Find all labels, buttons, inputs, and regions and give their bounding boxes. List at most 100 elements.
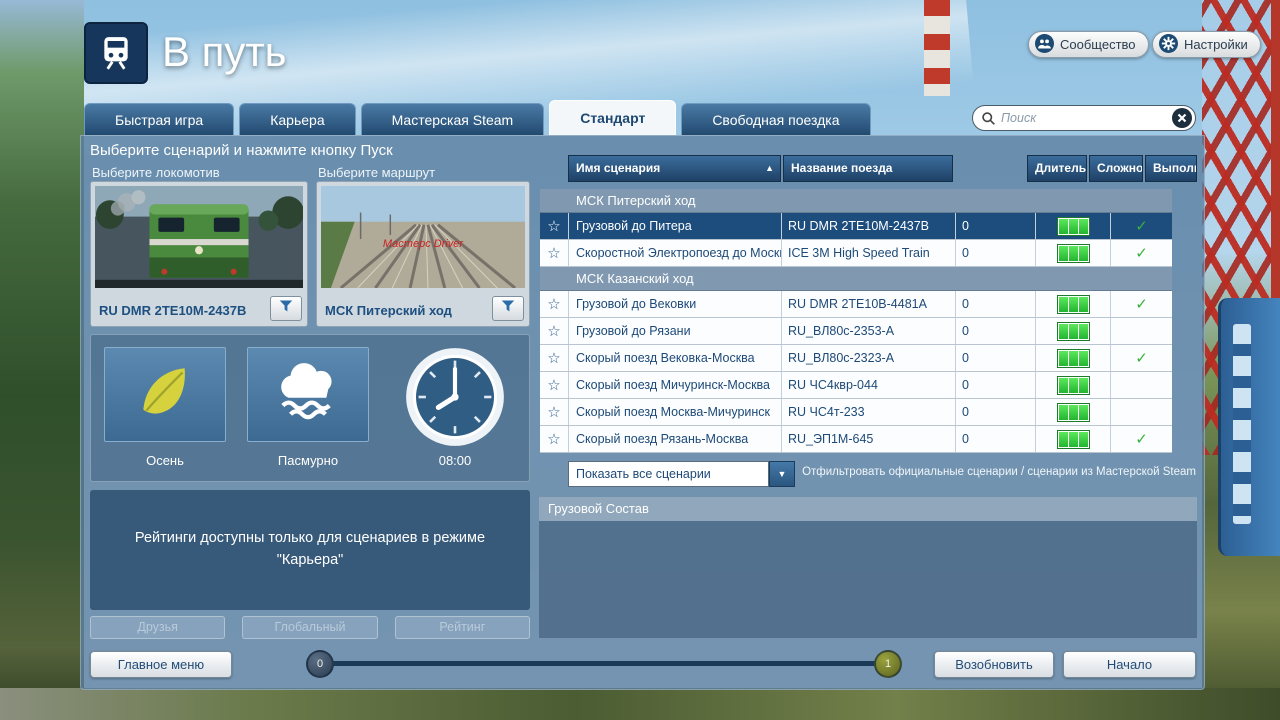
header-train-name[interactable]: Название поезда <box>783 155 953 182</box>
scenario-group-header: МСК Казанский ход <box>540 267 1172 291</box>
train-name: RU DMR 2TE10B-4481A <box>781 291 955 317</box>
settings-button[interactable]: Настройки <box>1152 31 1261 58</box>
header-difficulty[interactable]: Сложность <box>1089 155 1143 182</box>
train-name: RU_ВЛ80с-2353-А <box>781 318 955 344</box>
scenario-row[interactable]: ☆Грузовой до ВековкиRU DMR 2TE10B-4481A0… <box>540 291 1172 318</box>
community-icon <box>1035 34 1054 56</box>
slider-handle-max[interactable]: 1 <box>874 650 902 678</box>
weather-button[interactable] <box>247 347 369 442</box>
background-chimney <box>924 0 950 96</box>
scenario-name: Скорый поезд Рязань-Москва <box>568 426 781 452</box>
duration-value: 0 <box>955 399 1035 425</box>
chevron-down-icon[interactable]: ▼ <box>769 461 795 487</box>
main-menu-button[interactable]: Главное меню <box>90 651 232 678</box>
season-button[interactable] <box>104 347 226 442</box>
locomotive-name: RU DMR 2TE10M-2437B <box>99 303 246 318</box>
rating-button-3[interactable]: Рейтинг <box>395 616 530 639</box>
start-button[interactable]: Начало <box>1063 651 1196 678</box>
community-button-label: Сообщество <box>1060 37 1136 52</box>
rating-button-1[interactable]: Друзья <box>90 616 225 639</box>
resume-button[interactable]: Возобновить <box>934 651 1054 678</box>
rating-button-2[interactable]: Глобальный <box>242 616 377 639</box>
completed-check-icon: ✓ <box>1110 240 1172 266</box>
search-input[interactable] <box>1001 111 1172 125</box>
background-forest <box>0 0 84 720</box>
scenario-name: Грузовой до Вековки <box>568 291 781 317</box>
completed-check-icon: ✓ <box>1110 345 1172 371</box>
difficulty-bars <box>1035 345 1110 371</box>
page-title: В путь <box>162 28 287 76</box>
scenario-name: Скоростной Электропоезд до Москвы <box>568 240 781 266</box>
rating-buttons: Друзья Глобальный Рейтинг <box>90 616 530 639</box>
cloud-icon <box>269 363 347 426</box>
scenario-row[interactable]: ☆Грузовой до РязаниRU_ВЛ80с-2353-А0 <box>540 318 1172 345</box>
favorite-star-icon[interactable]: ☆ <box>540 240 568 266</box>
route-thumbnail: Мастерс Driver <box>321 186 525 288</box>
favorite-star-icon[interactable]: ☆ <box>540 372 568 398</box>
route-name: МСК Питерский ход <box>325 303 452 318</box>
scenario-row[interactable]: ☆Грузовой до ПитераRU DMR 2TE10M-2437B0✓ <box>540 213 1172 240</box>
difficulty-bars <box>1035 213 1110 239</box>
time-button[interactable] <box>403 345 507 449</box>
difficulty-bars <box>1035 240 1110 266</box>
clock-icon <box>403 436 507 453</box>
tab-3[interactable]: Мастерская Steam <box>361 103 545 135</box>
favorite-star-icon[interactable]: ☆ <box>540 291 568 317</box>
difficulty-bars <box>1035 372 1110 398</box>
completed-check-icon: ✓ <box>1110 426 1172 452</box>
favorite-star-icon[interactable]: ☆ <box>540 213 568 239</box>
difficulty-bars <box>1035 291 1110 317</box>
leaf-icon <box>132 359 198 430</box>
funnel-icon <box>500 299 516 318</box>
favorite-star-icon[interactable]: ☆ <box>540 399 568 425</box>
rating-notice: Рейтинги доступны только для сценариев в… <box>90 490 530 610</box>
locomotive-thumbnail <box>95 186 303 288</box>
slider-handle-min[interactable]: 0 <box>306 650 334 678</box>
train-logo-icon <box>84 22 148 84</box>
route-watermark: Мастерс Driver <box>321 238 525 250</box>
scenario-row[interactable]: ☆Скорый поезд Вековка-МоскваRU_ВЛ80с-232… <box>540 345 1172 372</box>
rating-notice-line1: Рейтинги доступны только для сценариев в… <box>135 528 485 550</box>
scenario-filter-dropdown[interactable]: Показать все сценарии <box>568 461 769 487</box>
game-window: В путь Сообщество Настройки Быстрая игра… <box>0 0 1280 720</box>
train-name: RU_ЭП1М-645 <box>781 426 955 452</box>
route-picker[interactable]: Мастерс Driver МСК Питерский ход <box>316 181 530 327</box>
tab-2[interactable]: Карьера <box>239 103 355 135</box>
train-name: RU ЧС4т-233 <box>781 399 955 425</box>
header-scenario-name[interactable]: ▲ Имя сценария <box>568 155 781 182</box>
duration-value: 0 <box>955 345 1035 371</box>
locomotive-picker[interactable]: RU DMR 2TE10M-2437B <box>90 181 308 327</box>
background-grass <box>0 688 1280 720</box>
scenario-row[interactable]: ☆Скорый поезд Москва-МичуринскRU ЧС4т-23… <box>540 399 1172 426</box>
scenario-row[interactable]: ☆Скорый поезд Рязань-МоскваRU_ЭП1М-6450✓ <box>540 426 1172 453</box>
scenario-slider-track[interactable] <box>322 661 886 666</box>
favorite-star-icon[interactable]: ☆ <box>540 318 568 344</box>
duration-value: 0 <box>955 240 1035 266</box>
scenario-row[interactable]: ☆Скорый поезд Мичуринск-МоскваRU ЧС4квр-… <box>540 372 1172 399</box>
favorite-star-icon[interactable]: ☆ <box>540 345 568 371</box>
header-duration[interactable]: Длительнос <box>1027 155 1087 182</box>
scenario-row[interactable]: ☆Скоростной Электропоезд до МосквыICE 3M… <box>540 240 1172 267</box>
header-completed[interactable]: Выполнено <box>1145 155 1197 182</box>
search-clear-icon[interactable] <box>1172 108 1192 128</box>
tab-1[interactable]: Быстрая игра <box>84 103 234 135</box>
difficulty-bars <box>1035 426 1110 452</box>
completed-check-icon <box>1110 399 1172 425</box>
completed-check-icon <box>1110 318 1172 344</box>
route-filter-button[interactable] <box>492 296 524 321</box>
locomotive-label: Выберите локомотив <box>92 165 220 180</box>
tab-5[interactable]: Свободная поездка <box>681 103 870 135</box>
completed-check-icon: ✓ <box>1110 213 1172 239</box>
gear-icon <box>1159 34 1178 56</box>
favorite-star-icon[interactable]: ☆ <box>540 426 568 452</box>
scenario-name: Грузовой до Питера <box>568 213 781 239</box>
scenario-group-header: МСК Питерский ход <box>540 189 1172 213</box>
community-button[interactable]: Сообщество <box>1028 31 1149 58</box>
settings-button-label: Настройки <box>1184 37 1248 52</box>
tab-4[interactable]: Стандарт <box>549 100 676 135</box>
consist-body <box>539 521 1197 638</box>
locomotive-filter-button[interactable] <box>270 296 302 321</box>
scenario-name: Скорый поезд Мичуринск-Москва <box>568 372 781 398</box>
weather-label: Пасмурно <box>247 453 369 468</box>
train-name: RU DMR 2TE10M-2437B <box>781 213 955 239</box>
